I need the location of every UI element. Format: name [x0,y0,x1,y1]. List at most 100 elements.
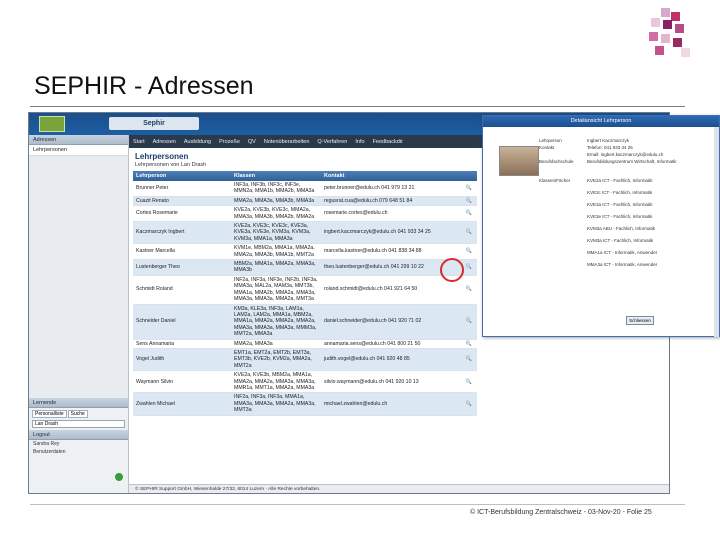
cell-kontakt: rosemarie.cortes@edulu.ch [321,205,461,223]
table-row[interactable]: Cuazit Renato MMA2a, MMA3a, MMA3b, MMA3a r… [133,196,477,207]
cell-name: Lustenberger Theo [133,259,231,276]
cell-kontakt: silvio.waymann@edulu.ch 041 920 10 13 [321,370,461,394]
close-button[interactable]: Schliessen [626,316,654,325]
cell-kontakt: daniel.schneider@edulu.ch 041 920 71 02 [321,304,461,340]
user-name: Sandra Rey [33,441,60,447]
col-actions [461,171,477,181]
teachers-table: Lehrperson Klassen Kontakt Brunner Peter… [133,171,477,416]
ict-logo [645,8,693,60]
cell-klassen: INF3a, INF3b, INF3c, INF3e, MMN2a, MMA1b… [231,181,321,197]
tab-personalliste[interactable]: Personalliste [32,410,67,418]
cell-name: Brunner Peter [133,181,231,197]
cell-klassen: KVE2a, KVE3b, MBM2a, MMA1a, MMA2a, MMA2a… [231,370,321,394]
teacher-detail-popup: Detailansicht Lehrperson Lehrperson Ingbe… [482,115,720,337]
cell-klassen: EMT1a, EMT2a, EMT2b, EMT3a, EMT3b, KVE2b… [231,348,321,372]
cell-name: Waymann Silvio [133,370,231,394]
cell-name: Cuazit Renato [133,196,231,207]
cell-name: Schneider Daniel [133,304,231,340]
cell-name: Kaczmarczyk Ingbert [133,221,231,245]
cell-klassen: KVM1e, MBM2a, MMA1a, MMA2a, MMA2a, MMA3b… [231,243,321,261]
menu-prozesse[interactable]: Prozeße [219,139,240,145]
cell-klassen: MMA2a, MMA3a [231,339,321,349]
menu-ausbildung[interactable]: Ausbildung [184,139,211,145]
magnifier-icon[interactable]: 🔍 [461,243,477,261]
cell-name: Sens Annamaria [133,339,231,349]
table-row[interactable]: Cortes Rosemarie KVE2a, KVE3b, KVE3c, MMA… [133,205,477,223]
menu-qv[interactable]: QV [248,139,256,145]
nav-section-logout[interactable]: Logout [29,430,128,440]
detail-value: MMA3a ICT - Informatik, Anwender [587,262,658,267]
app-brand-title: Sephir [109,117,199,130]
status-ok-icon [115,473,123,481]
table-row[interactable]: Sens Annamaria MMA2a, MMA3a annamaria.sens… [133,339,477,349]
slide-title: SEPHIR - Adressen [34,72,254,100]
main-content: Lehrpersonen Lehrpersonen von Lan Drash … [133,149,477,487]
menu-info[interactable]: Info [355,139,364,145]
magnifier-icon[interactable]: 🔍 [461,370,477,394]
cell-kontakt: annamaria.sens@edulu.ch 041 800 21 50 [321,339,461,349]
menu-start[interactable]: Start [133,139,145,145]
table-row[interactable]: Schneider Daniel KM3a, KLE3a, INF3a, LAM1… [133,304,477,340]
highlight-circle [440,258,464,282]
cell-klassen: KVE2a, KVE3c, KVE3c, KVE3a, KVE3a, KVE3e… [231,221,321,245]
detail-value: KVM3a ABU - Fachlich, Informatik [587,226,656,231]
col-kontakt[interactable]: Kontakt [321,171,461,181]
detail-label: Lehrperson [539,138,562,143]
cell-klassen: KM3a, KLE3a, INF3a, LAM1a, LAM2a, LAM2a,… [231,304,321,340]
magnifier-icon[interactable]: 🔍 [461,275,477,305]
page-subtitle: Lehrpersonen von Lan Drash [135,162,207,168]
person-select[interactable]: Lan Drash [32,420,125,428]
table-row[interactable]: Kastner Marcella KVM1e, MBM2a, MMA1a, MMA… [133,243,477,261]
menu-adressen[interactable]: Adressen [153,139,176,145]
nav-spacer [29,156,128,398]
magnifier-icon[interactable]: 🔍 [461,348,477,372]
slide-footer: © ICT-Berufsbildung Zentralschweiz - 03-… [470,509,652,516]
cell-kontakt: roland.schmidt@edulu.ch 041 921 64 50 [321,275,461,305]
magnifier-icon[interactable]: 🔍 [461,196,477,207]
cell-kontakt: marcella.kastner@edulu.ch 041 838 34 88 [321,243,461,261]
magnifier-icon[interactable]: 🔍 [461,181,477,197]
nav-section-adressen[interactable]: Adressen [29,135,128,145]
nav-section-lernende[interactable]: Lernende [29,398,128,408]
magnifier-icon[interactable]: 🔍 [461,221,477,245]
menu-noten[interactable]: Notenüberarbeiten [264,139,310,145]
detail-value: KVM3a ICT - Fachlich, Informatik [587,238,654,243]
cell-name: Vogel Judith [133,348,231,372]
magnifier-icon[interactable]: 🔍 [461,339,477,349]
footer-divider [30,504,685,505]
cell-name: Schmidt Roland [133,275,231,305]
magnifier-icon[interactable]: 🔍 [461,304,477,340]
table-row[interactable]: Brunner Peter INF3a, INF3b, INF3c, INF3e,… [133,181,477,197]
detail-value: KVE3a ICT - Fachlich, Informatik [587,202,653,207]
cell-kontakt: ingbert.kaczmarczyk@edulu.ch 041 933 34 … [321,221,461,245]
menu-feedback[interactable]: Feedbackdir [373,139,403,145]
table-row[interactable]: Lustenberger Theo MBM2a, MMA1a, MMA2a, MM… [133,259,477,276]
table-row[interactable]: Vogel Judith EMT1a, EMT2a, EMT2b, EMT3a, … [133,348,477,372]
detail-value: Telefon: 041 933 34 25 [587,145,633,150]
detail-value: Berufsbildungszentrum Wirtschaft, Inform… [587,159,677,164]
cell-klassen: KVE2a, KVE3b, KVE3c, MMA2a, MMA3a, MMA3b… [231,205,321,223]
col-lehrperson[interactable]: Lehrperson [133,171,231,181]
cell-klassen: MMA2a, MMA3a, MMA3b, MMA3a [231,196,321,207]
detail-label: Kontakt [539,145,555,150]
title-divider [30,106,685,107]
popup-scrollbar[interactable] [714,127,719,337]
detail-label: Klassen/Fächer [539,178,571,183]
table-row[interactable]: Zwahlen Michael INF2a, INF3a, INF3a, MMA1… [133,392,477,416]
menu-q-verfahren[interactable]: Q-Verfahren [317,139,347,145]
table-row[interactable]: Schmidt Roland INF2a, INF3a, INF3e, INF2b… [133,275,477,305]
cell-name: Cortes Rosemarie [133,205,231,223]
user-data-link[interactable]: Benutzerdaten [29,448,128,456]
page-title: Lehrpersonen [135,152,189,161]
left-navigation: Adressen Lehrpersonen Lernende Personall… [29,135,129,493]
col-klassen[interactable]: Klassen [231,171,321,181]
magnifier-icon[interactable]: 🔍 [461,392,477,416]
cell-klassen: INF2a, INF3a, INF3e, INF2b, INF3a, MMA3a… [231,275,321,305]
tab-suche[interactable]: Suche [67,410,88,418]
magnifier-icon[interactable]: 🔍 [461,205,477,223]
table-row[interactable]: Waymann Silvio KVE2a, KVE3b, MBM2a, MMA1a… [133,370,477,394]
detail-label: Berufsfachschule [539,159,574,164]
nav-item-lehrpersonen[interactable]: Lehrpersonen [29,145,128,156]
table-row[interactable]: Kaczmarczyk Ingbert KVE2a, KVE3c, KVE3c, … [133,221,477,245]
cell-kontakt: judith.vogel@edulu.ch 041 920 48 85 [321,348,461,372]
